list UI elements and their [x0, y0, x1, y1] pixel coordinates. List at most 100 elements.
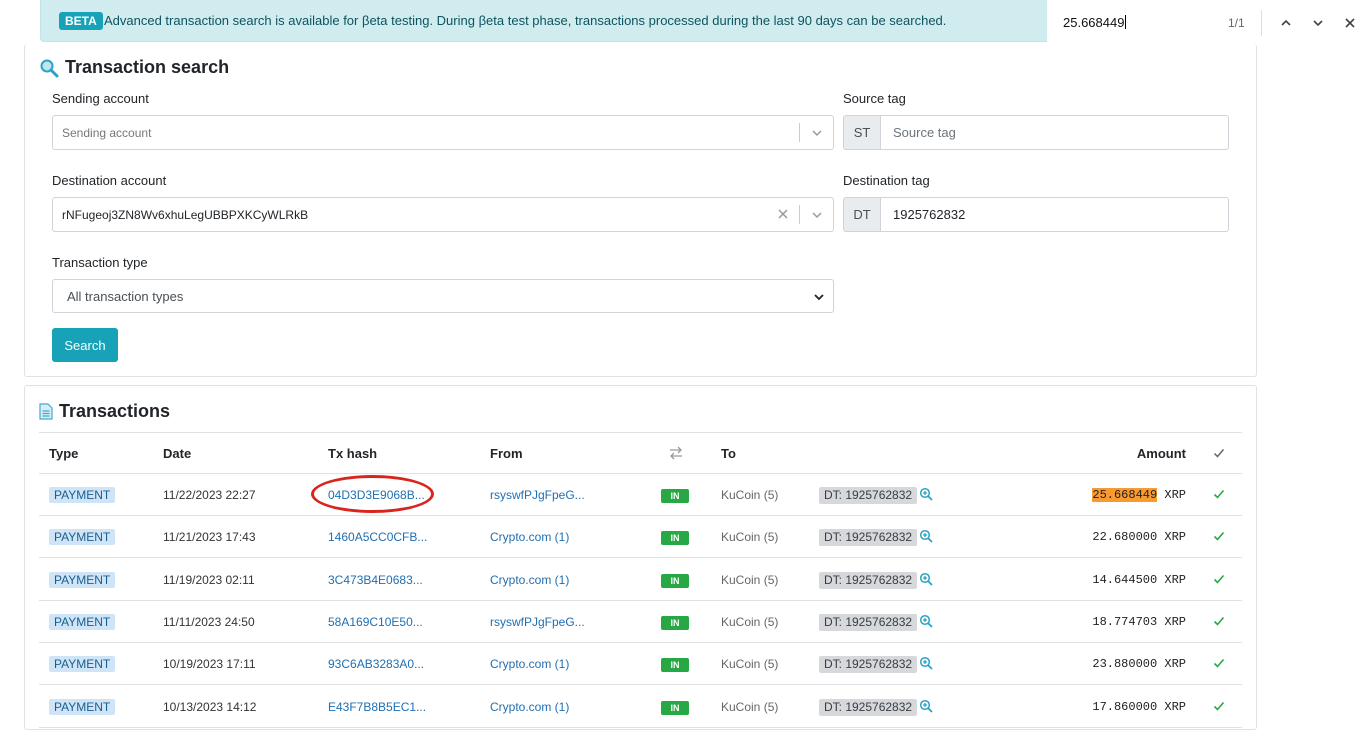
amount: 14.644500 XRP	[1092, 573, 1186, 587]
destination-tag-input[interactable]: 1925762832	[881, 197, 1229, 232]
exchange-arrows-icon	[670, 446, 682, 460]
tx-hash-link[interactable]: E43F7B8B5EC1...	[328, 700, 426, 714]
check-icon	[1213, 659, 1225, 668]
table-row: PAYMENT 10/13/2023 14:12 E43F7B8B5EC1...…	[39, 686, 1242, 728]
tx-date: 10/19/2023 17:11	[163, 657, 256, 672]
from-account-link[interactable]: Crypto.com (1)	[490, 530, 569, 544]
check-icon	[1213, 489, 1225, 499]
find-divider	[1261, 10, 1262, 36]
destination-tag-label: Destination tag	[843, 173, 930, 188]
table-row: PAYMENT 11/11/2023 24:50 58A169C10E50...…	[39, 601, 1242, 643]
column-amount: Amount	[1136, 446, 1186, 461]
source-tag-input[interactable]: Source tag	[881, 115, 1229, 150]
chevron-up-icon	[1281, 19, 1291, 26]
direction-badge: IN	[661, 658, 689, 673]
beta-message: Advanced transaction search is available…	[104, 13, 947, 28]
currency: XRP	[1164, 488, 1186, 502]
to-account: KuCoin (5)	[721, 530, 779, 545]
search-title: Transaction search	[39, 57, 229, 78]
type-badge: PAYMENT	[49, 698, 116, 715]
tx-date: 11/22/2023 22:27	[163, 488, 256, 502]
close-icon	[1345, 18, 1355, 28]
to-account: KuCoin (5)	[721, 614, 779, 629]
search-button[interactable]: Search	[52, 328, 118, 362]
destination-tag-badge: DT: 1925762832	[819, 613, 918, 631]
direction-badge: IN	[661, 615, 689, 630]
chevron-down-icon	[812, 212, 822, 219]
direction-badge: IN	[661, 700, 689, 715]
to-account: KuCoin (5)	[721, 488, 779, 502]
currency: XRP	[1164, 530, 1186, 545]
zoom-in-icon[interactable]	[919, 529, 933, 543]
table-row: PAYMENT 10/19/2023 17:11 93C6AB3283A0...…	[39, 643, 1242, 686]
column-to: To	[721, 446, 736, 461]
amount-value: 17.860000	[1092, 699, 1158, 714]
tx-hash-link[interactable]: 1460A5CC0CFB...	[328, 530, 427, 544]
find-close-button[interactable]	[1339, 12, 1361, 34]
find-count: 1/1	[1228, 16, 1245, 30]
sending-account-select[interactable]: Sending account	[52, 115, 834, 150]
clear-icon[interactable]	[777, 208, 789, 220]
document-icon	[39, 403, 53, 420]
zoom-in-icon[interactable]	[919, 656, 933, 670]
sending-account-placeholder: Sending account	[62, 126, 152, 140]
zoom-in-icon[interactable]	[919, 614, 933, 628]
direction-badge: IN	[661, 531, 689, 546]
transaction-type-value: All transaction types	[67, 288, 184, 304]
sending-account-label: Sending account	[52, 91, 149, 106]
destination-tag-group: DT 1925762832	[843, 197, 1229, 232]
table-row: PAYMENT 11/22/2023 22:27 04D3D3E9068B...…	[39, 474, 1242, 516]
zoom-in-icon[interactable]	[919, 572, 933, 586]
find-previous-button[interactable]	[1275, 12, 1297, 34]
find-input[interactable]: 25.668449	[1063, 15, 1127, 30]
source-tag-label: Source tag	[843, 91, 906, 106]
amount-value: 23.880000	[1092, 657, 1158, 672]
search-icon	[40, 59, 59, 77]
table-row: PAYMENT 11/21/2023 17:43 1460A5CC0CFB...…	[39, 516, 1242, 559]
from-account-link[interactable]: rsyswfPJgFpeG...	[490, 488, 585, 502]
table-header: Type Date Tx hash From To Amount	[39, 432, 1242, 474]
tx-hash-link[interactable]: 93C6AB3283A0...	[328, 657, 424, 671]
type-badge: PAYMENT	[49, 613, 116, 630]
check-icon	[1213, 449, 1225, 458]
destination-tag-addon: DT	[843, 197, 881, 232]
amount-value: 18.774703	[1092, 614, 1158, 629]
tx-hash-link[interactable]: 3C473B4E0683...	[328, 573, 423, 587]
destination-account-label: Destination account	[52, 173, 167, 188]
column-date: Date	[163, 446, 192, 461]
from-account-link[interactable]: Crypto.com (1)	[490, 573, 569, 587]
from-account-link[interactable]: Crypto.com (1)	[490, 700, 569, 714]
from-account-link[interactable]: rsyswfPJgFpeG...	[490, 615, 585, 629]
tx-hash-link[interactable]: 58A169C10E50...	[328, 615, 423, 629]
source-tag-group: ST Source tag	[843, 115, 1229, 150]
transaction-type-select[interactable]: All transaction types	[52, 279, 834, 313]
destination-tag-badge: DT: 1925762832	[819, 571, 918, 589]
currency: XRP	[1164, 572, 1186, 587]
tx-date: 11/11/2023 24:50	[163, 614, 255, 629]
chevron-down-icon	[812, 130, 822, 137]
transaction-type-label: Transaction type	[52, 255, 148, 270]
currency: XRP	[1164, 657, 1186, 672]
currency: XRP	[1164, 614, 1186, 629]
direction-badge: IN	[661, 573, 689, 588]
find-next-button[interactable]	[1307, 12, 1329, 34]
destination-tag-badge: DT: 1925762832	[819, 656, 918, 674]
table-row: PAYMENT 11/19/2023 02:11 3C473B4E0683...…	[39, 559, 1242, 601]
check-icon	[1213, 616, 1225, 626]
tx-hash-link[interactable]: 04D3D3E9068B...	[328, 488, 425, 502]
destination-account-select[interactable]: rNFugeoj3ZN8Wv6xhuLegUBBPXKCyWLRkB	[52, 197, 834, 232]
from-account-link[interactable]: Crypto.com (1)	[490, 657, 569, 671]
zoom-in-icon[interactable]	[919, 699, 933, 713]
amount-value: 14.644500	[1092, 572, 1158, 587]
type-badge: PAYMENT	[49, 529, 116, 546]
zoom-in-icon[interactable]	[919, 487, 933, 501]
column-hash: Tx hash	[328, 446, 378, 461]
amount: 18.774703 XRP	[1092, 615, 1186, 629]
direction-badge: IN	[661, 489, 689, 503]
amount: 22.680000 XRP	[1092, 530, 1186, 544]
find-bar: 25.668449 1/1	[1047, 0, 1370, 46]
type-badge: PAYMENT	[49, 571, 116, 588]
currency: XRP	[1164, 699, 1186, 714]
chevron-down-icon	[1313, 20, 1323, 27]
source-tag-addon: ST	[843, 115, 881, 150]
